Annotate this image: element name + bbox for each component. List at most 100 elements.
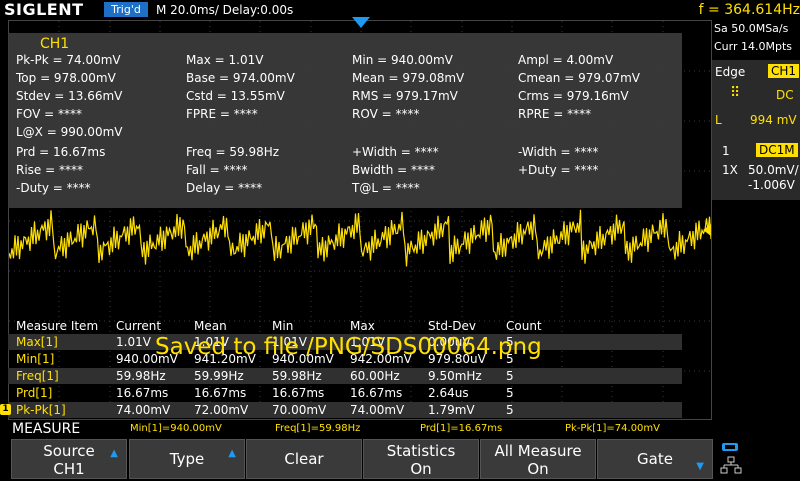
table-cell: 74.00mV — [116, 403, 171, 417]
up-arrow-icon: ▲ — [110, 448, 118, 459]
table-cell: 70.00mV — [272, 403, 327, 417]
statistics-softkey[interactable]: Statistics On — [363, 439, 479, 479]
measure-value: Base = 974.00mV — [186, 71, 295, 85]
timebase-readout[interactable]: M 20.0ms/ Delay:0.00s — [156, 0, 293, 20]
save-notification: Saved to file /PNG/SDS00064.png — [155, 334, 542, 360]
measure-value: Pk-Pk = 74.00mV — [16, 53, 121, 67]
row-label: Prd[1] — [16, 386, 53, 400]
column-header: Min — [272, 319, 294, 333]
trigger-position-marker[interactable] — [352, 17, 370, 28]
channel-coupling-badge: DC1M — [756, 143, 798, 157]
all-measure-softkey[interactable]: All Measure On — [480, 439, 596, 479]
trigger-level-marker[interactable] — [703, 224, 711, 236]
measure-value: Min = 940.00mV — [352, 53, 453, 67]
table-cell: 1.01V — [116, 335, 151, 349]
row-label: Min[1] — [16, 352, 55, 366]
table-cell: 1.79mV — [428, 403, 475, 417]
measure-value: Prd = 16.67ms — [16, 145, 106, 159]
table-cell: 5 — [506, 369, 514, 383]
table-cell: 2.64us — [428, 386, 469, 400]
trigger-source-badge: CH1 — [768, 64, 800, 78]
measure-value: Max = 1.01V — [186, 53, 264, 67]
measure-item: Freq[1]=59.98Hz — [275, 423, 361, 434]
softkey-value: On — [410, 460, 432, 478]
row-label: Pk-Pk[1] — [16, 403, 66, 417]
table-cell: 5 — [506, 386, 514, 400]
measure-strip — [0, 420, 800, 438]
measure-value: Delay = **** — [186, 181, 263, 195]
table-row: Pk-Pk[1] 74.00mV 72.00mV 70.00mV 74.00mV 1.79… — [8, 402, 682, 418]
softkey-label: Gate — [637, 450, 673, 468]
right-info-panel: Sa 50.0MSa/s Curr 14.0Mpts Edge CH1 ⠿ DC… — [712, 20, 800, 420]
table-cell: 16.67ms — [272, 386, 325, 400]
table-row: Prd[1] 16.67ms 16.67ms 16.67ms 16.67ms 2.64us… — [8, 385, 682, 401]
table-cell: 60.00Hz — [350, 369, 400, 383]
measure-value: -Duty = **** — [16, 181, 91, 195]
measure-value: T@L = **** — [352, 181, 420, 195]
measurement-panel: CH1 Pk-Pk = 74.00mV Max = 1.01V Min = 940.… — [8, 33, 682, 208]
column-header: Measure Item — [16, 319, 99, 333]
table-cell: 59.99Hz — [194, 369, 244, 383]
probe-attenuation: 1X — [722, 163, 738, 177]
memory-depth: Curr 14.0Mpts — [714, 40, 793, 53]
table-cell: 5 — [506, 403, 514, 417]
measure-value: RPRE = **** — [518, 107, 592, 121]
measure-value: FOV = **** — [16, 107, 83, 121]
column-header: Count — [506, 319, 542, 333]
sample-rate: Sa 50.0MSa/s — [714, 22, 789, 35]
statistics-table: Measure Item Current Mean Min Max Std-Dev Coun… — [8, 318, 682, 418]
measure-value: -Width = **** — [518, 145, 599, 159]
table-cell: 16.67ms — [194, 386, 247, 400]
measure-channel-label: CH1 — [40, 36, 70, 52]
softkey-value: On — [527, 460, 549, 478]
measure-value: Mean = 979.08mV — [352, 71, 465, 85]
measure-value: Stdev = 13.66mV — [16, 89, 123, 103]
measure-value: RMS = 979.17mV — [352, 89, 458, 103]
trigger-level-value: 994 mV — [750, 113, 797, 127]
measure-value: +Duty = **** — [518, 163, 599, 177]
column-header: Max — [350, 319, 375, 333]
table-cell: 72.00mV — [194, 403, 249, 417]
row-label: Freq[1] — [16, 369, 59, 383]
system-icons — [716, 441, 746, 477]
measure-value: Crms = 979.16mV — [518, 89, 629, 103]
measure-value: Bwidth = **** — [352, 163, 435, 177]
measure-value: L@X = 990.00mV — [16, 125, 123, 139]
down-arrow-icon: ▼ — [696, 461, 704, 472]
brand-logo: SIGLENT — [4, 0, 84, 19]
softkey-label: All Measure — [494, 442, 582, 460]
up-arrow-icon: ▲ — [228, 448, 236, 459]
table-cell: 16.67ms — [350, 386, 403, 400]
measure-value: ROV = **** — [352, 107, 420, 121]
table-row: Freq[1] 59.98Hz 59.99Hz 59.98Hz 60.00Hz 9.50m… — [8, 368, 682, 384]
ch1-offset-marker[interactable]: 1 — [0, 404, 11, 415]
row-label: Max[1] — [16, 335, 58, 349]
trigger-status-badge: Trig'd — [104, 2, 148, 17]
measure-value: Cmean = 979.07mV — [518, 71, 640, 85]
table-cell: 74.00mV — [350, 403, 405, 417]
usb-network-icon — [720, 443, 742, 474]
source-softkey[interactable]: Source CH1 ▲ — [11, 439, 127, 479]
softkey-label: Statistics — [386, 442, 456, 460]
measure-value: FPRE = **** — [186, 107, 258, 121]
table-cell: 9.50mHz — [428, 369, 482, 383]
trigger-coupling: DC — [776, 88, 794, 102]
clear-softkey[interactable]: Clear — [246, 439, 362, 479]
channel-offset: -1.006V — [748, 178, 795, 192]
trigger-type: Edge — [715, 65, 746, 79]
softkey-value: CH1 — [53, 460, 85, 478]
measure-value: +Width = **** — [352, 145, 439, 159]
type-softkey[interactable]: Type ▲ — [129, 439, 245, 479]
measure-value: Top = 978.00mV — [16, 71, 116, 85]
measure-value: Cstd = 13.55mV — [186, 89, 285, 103]
table-header: Measure Item Current Mean Min Max Std-Dev Coun… — [8, 318, 682, 334]
table-cell: 59.98Hz — [272, 369, 322, 383]
table-cell: 16.67ms — [116, 386, 169, 400]
menu-title: MEASURE — [12, 421, 81, 437]
measure-value: Freq = 59.98Hz — [186, 145, 280, 159]
gate-softkey[interactable]: Gate ▼ — [597, 439, 713, 479]
column-header: Std-Dev — [428, 319, 476, 333]
rising-edge-icon: ⠿ — [730, 85, 741, 101]
measure-item: Pk-Pk[1]=74.00mV — [565, 423, 661, 434]
trigger-level-label: L — [715, 113, 722, 127]
